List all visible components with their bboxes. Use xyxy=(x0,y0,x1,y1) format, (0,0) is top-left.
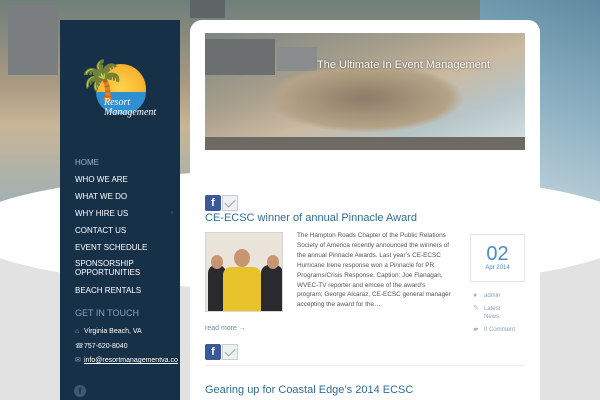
post-excerpt: The Hampton Roads Chapter of the Public … xyxy=(297,232,451,309)
post-thumbnail[interactable] xyxy=(205,232,283,312)
phone-icon: ☎ xyxy=(75,343,84,350)
pencil-icon: ✎ xyxy=(473,305,479,312)
main-content: The Ultimate In Event Management f CE-EC… xyxy=(190,20,540,400)
read-more-link[interactable]: read more → xyxy=(205,325,246,332)
share-bar: f xyxy=(205,195,238,211)
nav-item-sponsorship-opportunities[interactable]: SPONSORSHIP OPPORTUNITIES xyxy=(75,256,175,282)
post-divider xyxy=(205,365,525,366)
facebook-share-icon[interactable]: f xyxy=(205,344,221,360)
contact-location: ⌂ Virginia Beach, VA xyxy=(75,328,142,335)
contact-phone: ☎757-620-8040 xyxy=(75,343,128,350)
share-bar-2: f xyxy=(205,344,238,360)
nav-item-beach-rentals[interactable]: BEACH RENTALS xyxy=(75,282,175,299)
post-date-box: 02 Apr 2014 xyxy=(470,234,525,282)
facebook-share-icon[interactable]: f xyxy=(205,195,221,211)
post-date-month: Apr 2014 xyxy=(485,265,510,271)
nav-item-event-schedule[interactable]: EVENT SCHEDULE xyxy=(75,239,175,256)
hero-banner-image: The Ultimate In Event Management xyxy=(205,33,525,150)
mail-icon: ✉ xyxy=(75,357,81,364)
email-share-icon[interactable] xyxy=(222,344,238,360)
comment-icon: ▰ xyxy=(473,326,479,333)
resort-management-logo[interactable]: 🌴 Resort Management xyxy=(74,58,164,128)
nav-item-contact-us[interactable]: CONTACT US xyxy=(75,222,175,239)
post-author[interactable]: ● admin xyxy=(473,292,500,299)
home-icon: ⌂ xyxy=(75,328,80,335)
email-link[interactable]: info@resortmanagementva.co xyxy=(84,357,178,364)
post-title-link[interactable]: CE-ECSC winner of annual Pinnacle Award xyxy=(205,212,417,224)
contact-email: ✉ info@resortmanagementva.co xyxy=(75,356,178,364)
palm-tree-icon: 🌴 xyxy=(78,60,126,102)
hero-title: The Ultimate In Event Management xyxy=(317,59,491,71)
user-icon: ● xyxy=(473,292,478,299)
main-nav: HOME WHO WE ARE WHAT WE DO WHY HIRE US ›… xyxy=(75,154,175,299)
email-share-icon[interactable] xyxy=(222,195,238,211)
facebook-icon[interactable]: f xyxy=(74,385,86,397)
post-title-link-2[interactable]: Gearing up for Coastal Edge’s 2014 ECSC xyxy=(205,384,413,396)
post-comments[interactable]: ▰ 0 Comment xyxy=(473,325,515,333)
post-date-day: 02 xyxy=(486,243,509,265)
sidebar: 🌴 Resort Management HOME WHO WE ARE WHAT… xyxy=(60,20,180,400)
nav-item-what-we-do[interactable]: WHAT WE DO xyxy=(75,188,175,205)
nav-item-home[interactable]: HOME xyxy=(75,154,175,171)
nav-item-who-we-are[interactable]: WHO WE ARE xyxy=(75,171,175,188)
chevron-right-icon: › xyxy=(171,210,173,216)
nav-item-why-hire-us[interactable]: WHY HIRE US › xyxy=(75,205,175,222)
post-category[interactable]: ✎ Latest News xyxy=(473,305,523,321)
get-in-touch-heading: GET IN TOUCH xyxy=(75,308,140,318)
